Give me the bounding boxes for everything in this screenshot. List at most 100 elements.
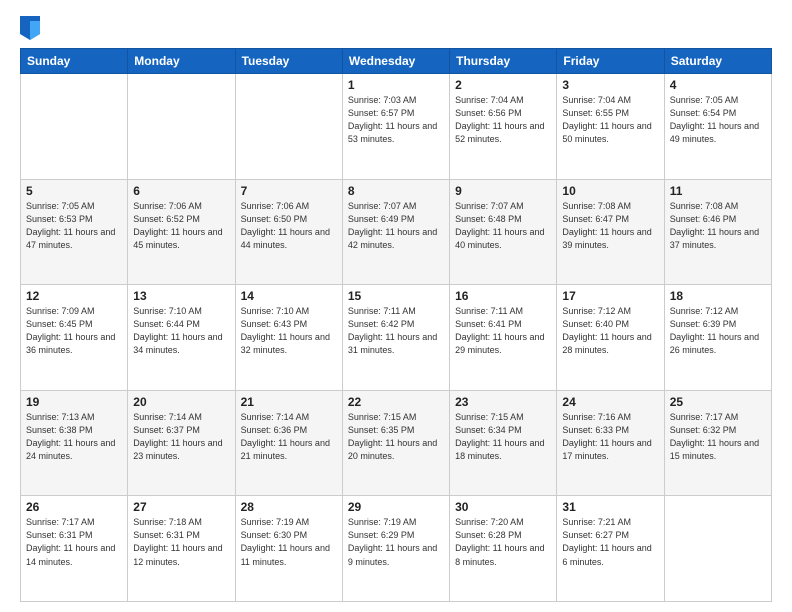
- day-number: 25: [670, 395, 766, 409]
- day-info: Sunrise: 7:08 AMSunset: 6:47 PMDaylight:…: [562, 200, 658, 252]
- day-number: 2: [455, 78, 551, 92]
- calendar-cell: 6 Sunrise: 7:06 AMSunset: 6:52 PMDaylight…: [128, 179, 235, 285]
- day-info: Sunrise: 7:16 AMSunset: 6:33 PMDaylight:…: [562, 411, 658, 463]
- weekday-header-tuesday: Tuesday: [235, 49, 342, 74]
- day-info: Sunrise: 7:09 AMSunset: 6:45 PMDaylight:…: [26, 305, 122, 357]
- day-number: 13: [133, 289, 229, 303]
- calendar-cell: 21 Sunrise: 7:14 AMSunset: 6:36 PMDayligh…: [235, 390, 342, 496]
- calendar-week-2: 5Sunrise: 7:05 AMSunset: 6:53 PMDaylight…: [21, 179, 772, 285]
- calendar-cell: 13 Sunrise: 7:10 AMSunset: 6:44 PMDayligh…: [128, 285, 235, 391]
- calendar-cell: 29 Sunrise: 7:19 AMSunset: 6:29 PMDayligh…: [342, 496, 449, 602]
- calendar-table: SundayMondayTuesdayWednesdayThursdayFrid…: [20, 48, 772, 602]
- weekday-header-row: SundayMondayTuesdayWednesdayThursdayFrid…: [21, 49, 772, 74]
- logo: [20, 16, 44, 40]
- day-info: Sunrise: 7:19 AMSunset: 6:29 PMDaylight:…: [348, 516, 444, 568]
- day-info: Sunrise: 7:06 AMSunset: 6:50 PMDaylight:…: [241, 200, 337, 252]
- day-number: 18: [670, 289, 766, 303]
- day-number: 4: [670, 78, 766, 92]
- day-info: Sunrise: 7:14 AMSunset: 6:37 PMDaylight:…: [133, 411, 229, 463]
- day-number: 29: [348, 500, 444, 514]
- day-number: 27: [133, 500, 229, 514]
- day-info: Sunrise: 7:07 AMSunset: 6:48 PMDaylight:…: [455, 200, 551, 252]
- calendar-cell: 5Sunrise: 7:05 AMSunset: 6:53 PMDaylight…: [21, 179, 128, 285]
- day-number: 1: [348, 78, 444, 92]
- day-info: Sunrise: 7:17 AMSunset: 6:32 PMDaylight:…: [670, 411, 766, 463]
- day-number: 15: [348, 289, 444, 303]
- day-number: 12: [26, 289, 122, 303]
- weekday-header-monday: Monday: [128, 49, 235, 74]
- calendar-cell: 28 Sunrise: 7:19 AMSunset: 6:30 PMDayligh…: [235, 496, 342, 602]
- day-info: Sunrise: 7:15 AMSunset: 6:35 PMDaylight:…: [348, 411, 444, 463]
- calendar-cell: 14Sunrise: 7:10 AMSunset: 6:43 PMDayligh…: [235, 285, 342, 391]
- day-info: Sunrise: 7:11 AMSunset: 6:42 PMDaylight:…: [348, 305, 444, 357]
- day-number: 9: [455, 184, 551, 198]
- calendar-cell: 19Sunrise: 7:13 AMSunset: 6:38 PMDayligh…: [21, 390, 128, 496]
- day-info: Sunrise: 7:06 AMSunset: 6:52 PMDaylight:…: [133, 200, 229, 252]
- calendar-cell: 15 Sunrise: 7:11 AMSunset: 6:42 PMDayligh…: [342, 285, 449, 391]
- logo-icon: [20, 16, 40, 40]
- day-number: 8: [348, 184, 444, 198]
- day-info: Sunrise: 7:12 AMSunset: 6:40 PMDaylight:…: [562, 305, 658, 357]
- day-info: Sunrise: 7:05 AMSunset: 6:54 PMDaylight:…: [670, 94, 766, 146]
- day-info: Sunrise: 7:03 AMSunset: 6:57 PMDaylight:…: [348, 94, 444, 146]
- day-number: 26: [26, 500, 122, 514]
- day-info: Sunrise: 7:04 AMSunset: 6:55 PMDaylight:…: [562, 94, 658, 146]
- calendar-cell: 24 Sunrise: 7:16 AMSunset: 6:33 PMDayligh…: [557, 390, 664, 496]
- calendar-cell: 23Sunrise: 7:15 AMSunset: 6:34 PMDayligh…: [450, 390, 557, 496]
- calendar-cell: 11Sunrise: 7:08 AMSunset: 6:46 PMDayligh…: [664, 179, 771, 285]
- day-number: 31: [562, 500, 658, 514]
- calendar-cell: 18Sunrise: 7:12 AMSunset: 6:39 PMDayligh…: [664, 285, 771, 391]
- day-number: 17: [562, 289, 658, 303]
- calendar-week-1: 1 Sunrise: 7:03 AMSunset: 6:57 PMDaylight…: [21, 74, 772, 180]
- day-number: 7: [241, 184, 337, 198]
- calendar-cell: 4 Sunrise: 7:05 AMSunset: 6:54 PMDaylight…: [664, 74, 771, 180]
- calendar-cell: 2 Sunrise: 7:04 AMSunset: 6:56 PMDaylight…: [450, 74, 557, 180]
- calendar-cell: 7 Sunrise: 7:06 AMSunset: 6:50 PMDaylight…: [235, 179, 342, 285]
- calendar-week-5: 26Sunrise: 7:17 AMSunset: 6:31 PMDayligh…: [21, 496, 772, 602]
- day-number: 23: [455, 395, 551, 409]
- weekday-header-wednesday: Wednesday: [342, 49, 449, 74]
- day-number: 6: [133, 184, 229, 198]
- day-number: 20: [133, 395, 229, 409]
- day-number: 24: [562, 395, 658, 409]
- day-info: Sunrise: 7:11 AMSunset: 6:41 PMDaylight:…: [455, 305, 551, 357]
- calendar-cell: 26Sunrise: 7:17 AMSunset: 6:31 PMDayligh…: [21, 496, 128, 602]
- day-number: 14: [241, 289, 337, 303]
- day-info: Sunrise: 7:07 AMSunset: 6:49 PMDaylight:…: [348, 200, 444, 252]
- day-info: Sunrise: 7:04 AMSunset: 6:56 PMDaylight:…: [455, 94, 551, 146]
- day-info: Sunrise: 7:18 AMSunset: 6:31 PMDaylight:…: [133, 516, 229, 568]
- calendar-cell: [235, 74, 342, 180]
- calendar-cell: 1 Sunrise: 7:03 AMSunset: 6:57 PMDaylight…: [342, 74, 449, 180]
- day-number: 5: [26, 184, 122, 198]
- day-info: Sunrise: 7:10 AMSunset: 6:44 PMDaylight:…: [133, 305, 229, 357]
- header: [20, 16, 772, 40]
- calendar-week-3: 12 Sunrise: 7:09 AMSunset: 6:45 PMDayligh…: [21, 285, 772, 391]
- weekday-header-sunday: Sunday: [21, 49, 128, 74]
- calendar-cell: [21, 74, 128, 180]
- calendar-cell: 12 Sunrise: 7:09 AMSunset: 6:45 PMDayligh…: [21, 285, 128, 391]
- day-info: Sunrise: 7:14 AMSunset: 6:36 PMDaylight:…: [241, 411, 337, 463]
- day-info: Sunrise: 7:21 AMSunset: 6:27 PMDaylight:…: [562, 516, 658, 568]
- weekday-header-saturday: Saturday: [664, 49, 771, 74]
- calendar-cell: 31 Sunrise: 7:21 AMSunset: 6:27 PMDayligh…: [557, 496, 664, 602]
- calendar-cell: 10Sunrise: 7:08 AMSunset: 6:47 PMDayligh…: [557, 179, 664, 285]
- weekday-header-thursday: Thursday: [450, 49, 557, 74]
- day-number: 11: [670, 184, 766, 198]
- calendar-cell: 3 Sunrise: 7:04 AMSunset: 6:55 PMDaylight…: [557, 74, 664, 180]
- day-number: 3: [562, 78, 658, 92]
- calendar-cell: 20 Sunrise: 7:14 AMSunset: 6:37 PMDayligh…: [128, 390, 235, 496]
- calendar-cell: 16Sunrise: 7:11 AMSunset: 6:41 PMDayligh…: [450, 285, 557, 391]
- day-info: Sunrise: 7:19 AMSunset: 6:30 PMDaylight:…: [241, 516, 337, 568]
- calendar-cell: 8 Sunrise: 7:07 AMSunset: 6:49 PMDaylight…: [342, 179, 449, 285]
- calendar-cell: 25 Sunrise: 7:17 AMSunset: 6:32 PMDayligh…: [664, 390, 771, 496]
- calendar-cell: 27 Sunrise: 7:18 AMSunset: 6:31 PMDayligh…: [128, 496, 235, 602]
- page: SundayMondayTuesdayWednesdayThursdayFrid…: [0, 0, 792, 612]
- day-number: 21: [241, 395, 337, 409]
- calendar-week-4: 19Sunrise: 7:13 AMSunset: 6:38 PMDayligh…: [21, 390, 772, 496]
- calendar-cell: 17 Sunrise: 7:12 AMSunset: 6:40 PMDayligh…: [557, 285, 664, 391]
- day-info: Sunrise: 7:13 AMSunset: 6:38 PMDaylight:…: [26, 411, 122, 463]
- day-number: 30: [455, 500, 551, 514]
- calendar-cell: 30Sunrise: 7:20 AMSunset: 6:28 PMDayligh…: [450, 496, 557, 602]
- calendar-cell: 22Sunrise: 7:15 AMSunset: 6:35 PMDayligh…: [342, 390, 449, 496]
- day-number: 28: [241, 500, 337, 514]
